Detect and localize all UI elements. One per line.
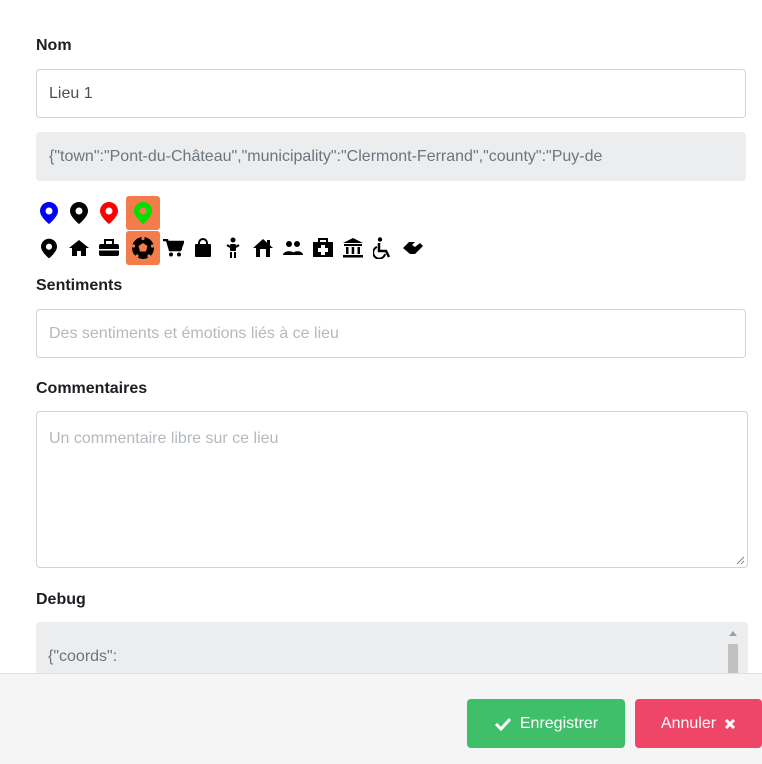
resize-grip-icon[interactable] xyxy=(735,555,745,565)
green-marker-icon[interactable] xyxy=(126,196,160,230)
commentaires-placeholder: Un commentaire libre sur ce lieu xyxy=(49,430,279,447)
shopping-bag-icon[interactable] xyxy=(190,235,216,261)
nom-label: Nom xyxy=(36,37,72,54)
map-marker-icon[interactable] xyxy=(36,235,62,261)
debug-value: {"coords": xyxy=(48,648,118,665)
sentiments-label: Sentiments xyxy=(36,277,123,294)
users-icon[interactable] xyxy=(280,235,306,261)
hospital-icon[interactable] xyxy=(310,235,336,261)
check-icon xyxy=(494,717,511,731)
marker-color-picker xyxy=(36,196,160,230)
save-button[interactable]: Enregistrer xyxy=(467,699,625,748)
cancel-button-label: Annuler xyxy=(660,714,717,732)
commentaires-label: Commentaires xyxy=(36,380,148,397)
black-marker-icon[interactable] xyxy=(66,200,92,226)
soccer-ball-icon[interactable] xyxy=(126,231,160,265)
shopping-cart-icon[interactable] xyxy=(160,235,186,261)
red-marker-icon[interactable] xyxy=(96,200,122,226)
cancel-button[interactable]: Annuler xyxy=(635,699,762,748)
handshake-icon[interactable] xyxy=(400,235,426,261)
address-json-field: {"town":"Pont-du-Château","municipality"… xyxy=(36,132,746,181)
wheelchair-icon[interactable] xyxy=(370,235,396,261)
nom-input[interactable]: Lieu 1 xyxy=(36,69,746,118)
close-icon xyxy=(725,718,736,729)
category-icon-picker xyxy=(36,231,430,265)
briefcase-icon[interactable] xyxy=(96,235,122,261)
debug-label: Debug xyxy=(36,591,86,608)
child-icon[interactable] xyxy=(220,235,246,261)
home-icon[interactable] xyxy=(66,235,92,261)
sentiments-input[interactable]: Des sentiments et émotions liés à ce lie… xyxy=(36,309,746,358)
bank-icon[interactable] xyxy=(340,235,366,261)
commentaires-textarea[interactable]: Un commentaire libre sur ce lieu xyxy=(36,411,748,568)
modal-footer: Enregistrer Annuler xyxy=(0,673,762,764)
school-icon[interactable] xyxy=(250,235,276,261)
sentiments-placeholder: Des sentiments et émotions liés à ce lie… xyxy=(49,324,339,342)
blue-marker-icon[interactable] xyxy=(36,200,62,226)
nom-value: Lieu 1 xyxy=(49,84,93,102)
save-button-label: Enregistrer xyxy=(519,714,599,732)
address-json-text: {"town":"Pont-du-Château","municipality"… xyxy=(49,147,603,165)
